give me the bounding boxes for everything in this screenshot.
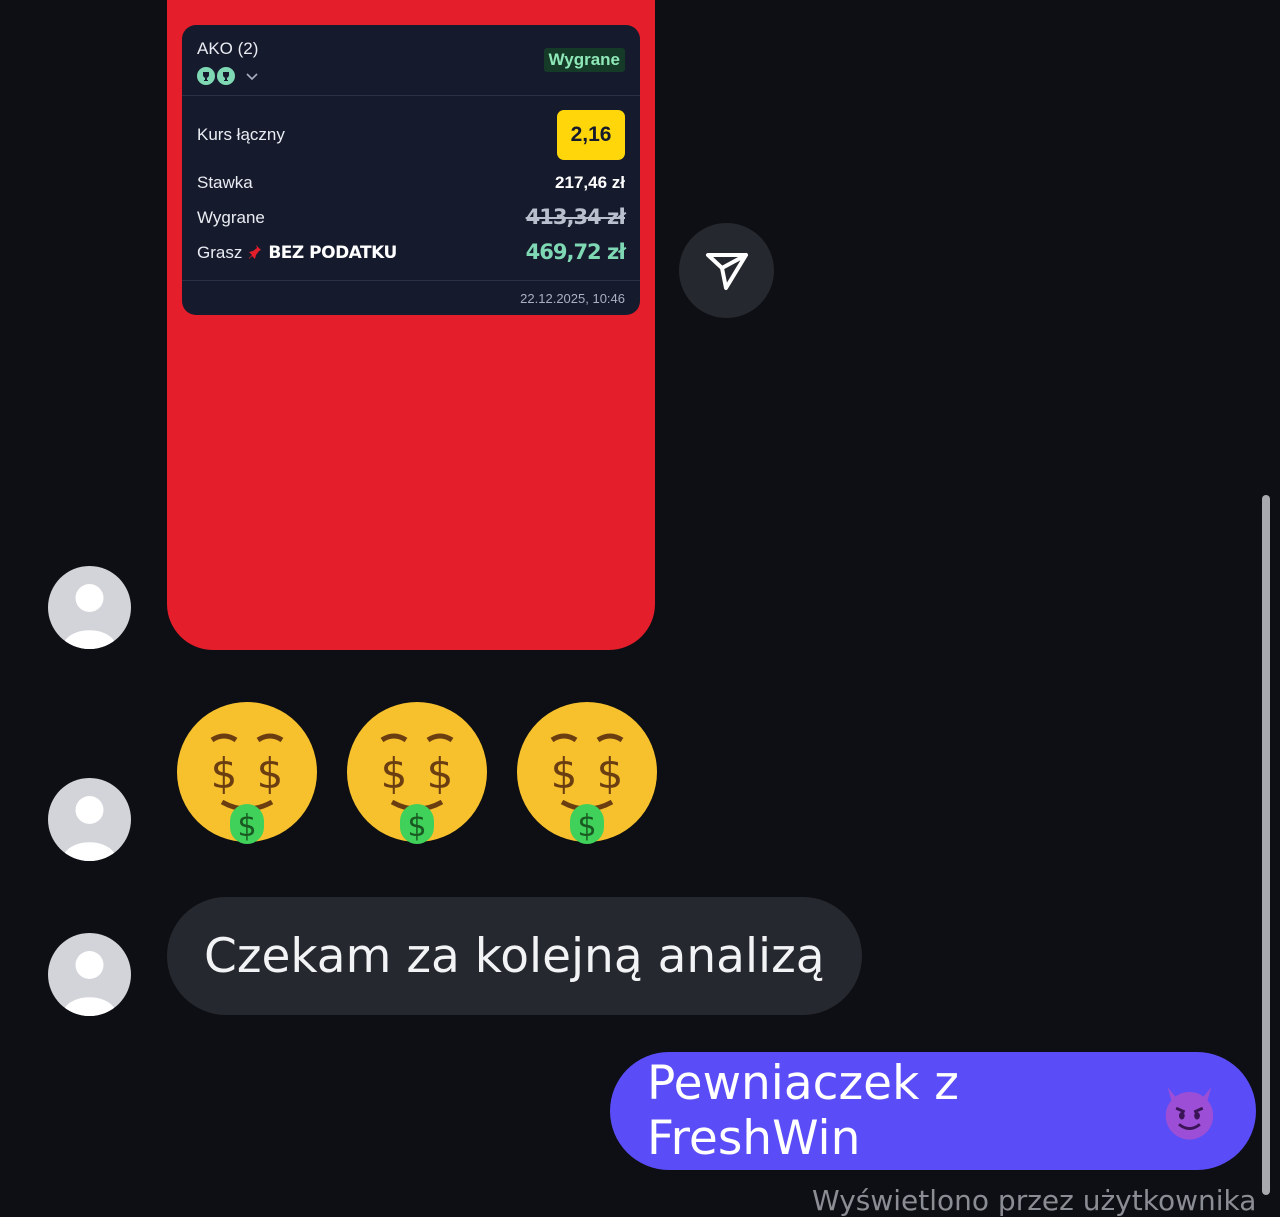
pin-icon bbox=[249, 245, 262, 259]
send-icon bbox=[705, 252, 748, 290]
svg-text:$: $ bbox=[211, 749, 238, 798]
svg-text:$: $ bbox=[257, 749, 284, 798]
trophy-icon bbox=[217, 67, 235, 85]
status-badge: Wygrane bbox=[543, 48, 625, 72]
chevron-down-icon[interactable] bbox=[245, 69, 259, 83]
emoji-message[interactable]: $ $ $ $ $ $ $ $ $ bbox=[172, 700, 662, 850]
outgoing-message-bubble[interactable]: Pewniaczek z FreshWin bbox=[610, 1052, 1256, 1170]
svg-text:$: $ bbox=[427, 749, 454, 798]
no-tax-label: BEZ PODATKU bbox=[268, 243, 397, 263]
total-odds-value: 2,16 bbox=[557, 110, 625, 160]
winnings-new-value: 469,72 zł bbox=[525, 240, 626, 264]
total-odds-label: Kurs łączny bbox=[197, 125, 285, 144]
smiling-devil-emoji bbox=[1165, 1087, 1214, 1140]
avatar[interactable] bbox=[48, 778, 131, 861]
ticket-header: AKO (2) Wygrane bbox=[182, 25, 640, 96]
play-label: Grasz bbox=[197, 243, 243, 262]
svg-text:$: $ bbox=[237, 809, 256, 844]
stake-label: Stawka bbox=[197, 173, 253, 192]
ticket-title: AKO (2) bbox=[197, 39, 259, 58]
scrollbar[interactable] bbox=[1262, 495, 1270, 1195]
svg-text:$: $ bbox=[551, 749, 578, 798]
ticket-timestamp: 22.12.2025, 10:46 bbox=[520, 291, 625, 306]
svg-text:$: $ bbox=[407, 809, 426, 844]
winnings-label: Wygrane bbox=[197, 208, 265, 227]
svg-text:$: $ bbox=[381, 749, 408, 798]
bet-ticket: AKO (2) Wygrane Kurs łączny 2,16 Stawka … bbox=[182, 25, 640, 315]
winnings-old-value: 413,34 zł bbox=[525, 205, 626, 229]
svg-text:$: $ bbox=[577, 809, 596, 844]
money-mouth-face-emoji: $ $ $ bbox=[172, 700, 322, 850]
seen-status: Wyświetlono przez użytkownika bbox=[812, 1184, 1257, 1217]
avatar[interactable] bbox=[48, 566, 131, 649]
message-text: Czekam za kolejną analizą bbox=[204, 928, 825, 984]
message-text: Pewniaczek z FreshWin bbox=[647, 1056, 959, 1166]
avatar[interactable] bbox=[48, 933, 131, 1016]
incoming-message-bubble[interactable]: Czekam za kolejną analizą bbox=[167, 897, 862, 1015]
stake-value: 217,46 zł bbox=[555, 173, 625, 192]
play-row: Grasz BEZ PODATKU bbox=[197, 243, 397, 263]
svg-text:$: $ bbox=[597, 749, 624, 798]
trophy-icon bbox=[197, 67, 215, 85]
money-mouth-face-emoji: $ $ $ bbox=[512, 700, 662, 850]
money-mouth-face-emoji: $ $ $ bbox=[342, 700, 492, 850]
share-button[interactable] bbox=[679, 223, 774, 318]
